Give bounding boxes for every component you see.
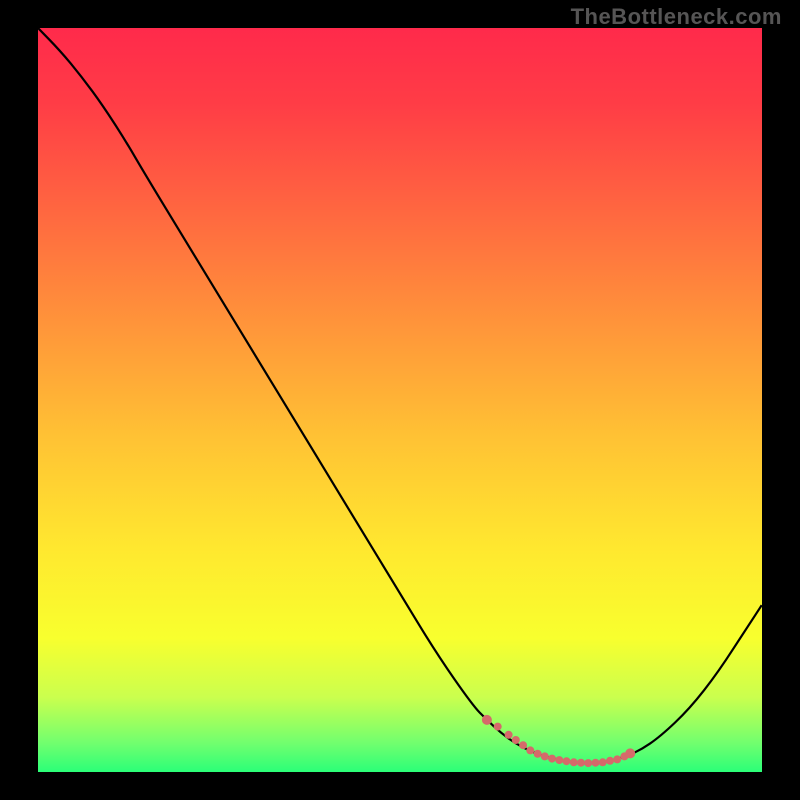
- trough-marker: [613, 755, 621, 763]
- chart-frame: TheBottleneck.com: [0, 0, 800, 800]
- trough-marker: [606, 757, 614, 765]
- trough-marker: [534, 750, 542, 758]
- trough-marker: [505, 731, 513, 739]
- trough-marker: [512, 736, 520, 744]
- trough-marker: [563, 757, 571, 765]
- trough-marker: [592, 759, 600, 767]
- trough-marker: [599, 758, 607, 766]
- trough-marker: [519, 741, 527, 749]
- trough-marker: [482, 715, 492, 725]
- trough-marker: [548, 755, 556, 763]
- trough-marker: [526, 746, 534, 754]
- trough-marker: [625, 748, 635, 758]
- trough-marker: [541, 752, 549, 760]
- plot-background: [38, 28, 762, 772]
- trough-marker: [577, 759, 585, 767]
- trough-marker: [570, 758, 578, 766]
- chart-canvas: [0, 0, 800, 800]
- trough-marker: [584, 759, 592, 767]
- trough-marker: [555, 756, 563, 764]
- trough-marker: [494, 723, 502, 731]
